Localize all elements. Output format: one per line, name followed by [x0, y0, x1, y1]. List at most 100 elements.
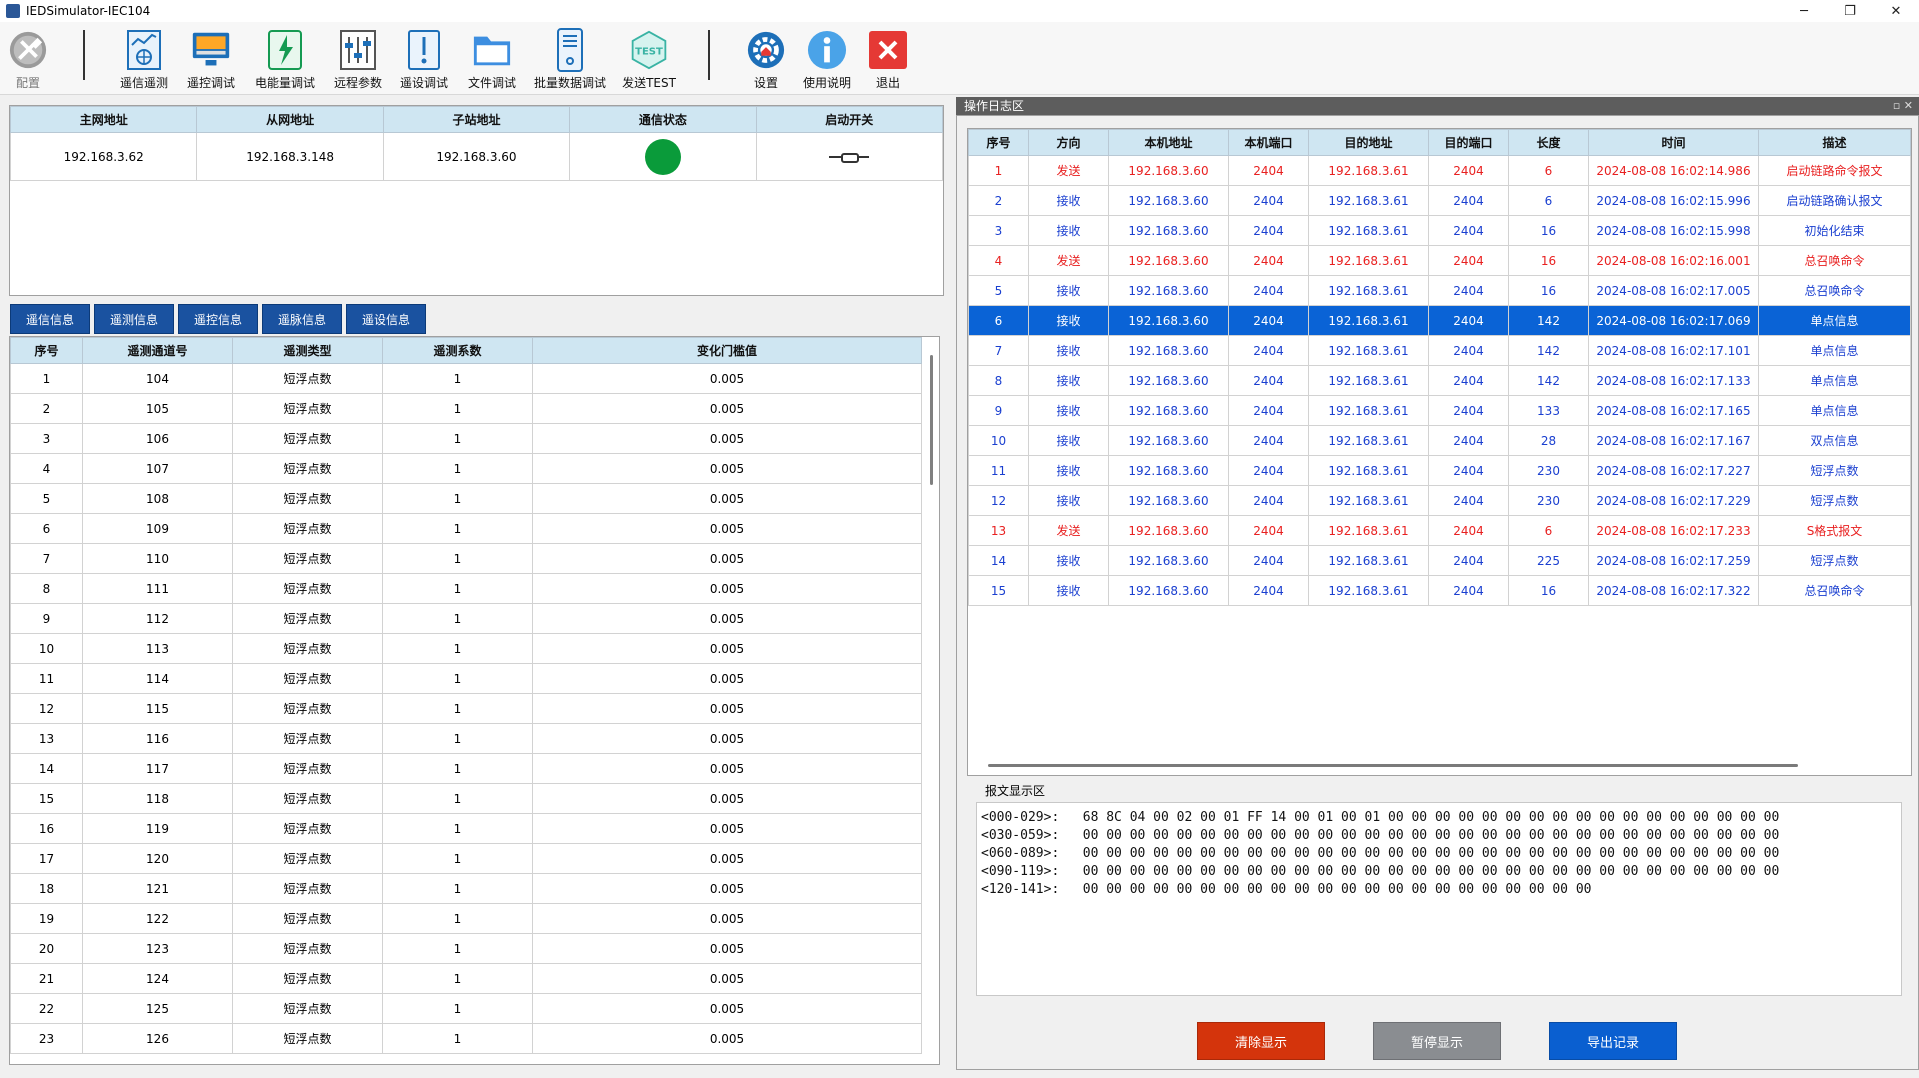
- toolbar-send-test-button[interactable]: TEST 发送TEST: [611, 28, 687, 91]
- table-cell: 短浮点数: [232, 933, 383, 964]
- log-row[interactable]: 2 接收 192.168.3.60 2404 192.168.3.61 2404 6 2024…: [968, 185, 1911, 216]
- toolbar-file-button[interactable]: 文件调试: [454, 28, 530, 91]
- table-row[interactable]: 22 125 短浮点数 1 0.005: [10, 993, 922, 1024]
- log-cell: 13: [968, 515, 1029, 546]
- table-row[interactable]: 16 119 短浮点数 1 0.005: [10, 813, 922, 844]
- toolbar-exit-button[interactable]: 退出: [850, 28, 926, 91]
- log-cell: 2404: [1228, 155, 1309, 186]
- toolbar-remote-params-button[interactable]: 远程参数: [320, 28, 396, 91]
- table-cell: 0.005: [532, 963, 922, 994]
- telemetry-panel: 序号 遥测通道号 遥测类型 遥测系数 变化门槛值 1 104 短浮点数 1 0.005 2…: [9, 336, 940, 1065]
- table-row[interactable]: 13 116 短浮点数 1 0.005: [10, 723, 922, 754]
- table-cell: 0.005: [532, 393, 922, 424]
- log-row[interactable]: 4 发送 192.168.3.60 2404 192.168.3.61 2404 16 202…: [968, 245, 1911, 276]
- log-table: 序号 方向 本机地址 本机端口 目的地址 目的端口 长度 时间 描述 1 发送 19…: [968, 129, 1911, 606]
- table-row[interactable]: 7 110 短浮点数 1 0.005: [10, 543, 922, 574]
- log-row[interactable]: 12 接收 192.168.3.60 2404 192.168.3.61 2404 230 2…: [968, 485, 1911, 516]
- start-switch-icon[interactable]: [829, 152, 870, 163]
- log-cell: 1: [968, 155, 1029, 186]
- log-cell: 192.168.3.60: [1108, 155, 1229, 186]
- log-row[interactable]: 13 发送 192.168.3.60 2404 192.168.3.61 2404 6 202…: [968, 515, 1911, 546]
- table-cell: 0.005: [532, 933, 922, 964]
- close-button[interactable]: ✕: [1873, 0, 1919, 22]
- toolbar-remote-control-button[interactable]: 遥控调试: [173, 28, 249, 91]
- table-row[interactable]: 15 118 短浮点数 1 0.005: [10, 783, 922, 814]
- log-row[interactable]: 11 接收 192.168.3.60 2404 192.168.3.61 2404 230 2…: [968, 455, 1911, 486]
- tab-telecontrol[interactable]: 遥控信息: [178, 304, 258, 334]
- config-tools-icon: [8, 28, 48, 72]
- tab-teleset[interactable]: 遥设信息: [346, 304, 426, 334]
- table-row[interactable]: 21 124 短浮点数 1 0.005: [10, 963, 922, 994]
- table-row[interactable]: 23 126 短浮点数 1 0.005: [10, 1023, 922, 1054]
- toolbar-config-button[interactable]: 配置: [0, 28, 66, 91]
- log-row[interactable]: 10 接收 192.168.3.60 2404 192.168.3.61 2404 28 20…: [968, 425, 1911, 456]
- table-row[interactable]: 4 107 短浮点数 1 0.005: [10, 453, 922, 484]
- clear-display-button[interactable]: 清除显示: [1197, 1022, 1325, 1060]
- table-cell: 123: [82, 933, 233, 964]
- table-row[interactable]: 19 122 短浮点数 1 0.005: [10, 903, 922, 934]
- log-cell: 单点信息: [1758, 305, 1911, 336]
- table-row[interactable]: 17 120 短浮点数 1 0.005: [10, 843, 922, 874]
- table-row[interactable]: 3 106 短浮点数 1 0.005: [10, 423, 922, 454]
- maximize-button[interactable]: ❐: [1827, 0, 1873, 22]
- log-row[interactable]: 5 接收 192.168.3.60 2404 192.168.3.61 2404 16 202…: [968, 275, 1911, 306]
- connection-row[interactable]: 192.168.3.62 192.168.3.148 192.168.3.60: [9, 132, 944, 181]
- table-cell: 113: [82, 633, 233, 664]
- table-cell: 20: [10, 933, 83, 964]
- table-row[interactable]: 11 114 短浮点数 1 0.005: [10, 663, 922, 694]
- table-cell: 1: [382, 393, 533, 424]
- log-row[interactable]: 14 接收 192.168.3.60 2404 192.168.3.61 2404 225 2…: [968, 545, 1911, 576]
- log-cell: 6: [1508, 515, 1589, 546]
- table-row[interactable]: 18 121 短浮点数 1 0.005: [10, 873, 922, 904]
- log-row[interactable]: 15 接收 192.168.3.60 2404 192.168.3.61 2404 16 20…: [968, 575, 1911, 606]
- table-row[interactable]: 9 112 短浮点数 1 0.005: [10, 603, 922, 634]
- log-row[interactable]: 6 接收 192.168.3.60 2404 192.168.3.61 2404 142 20…: [968, 305, 1911, 336]
- table-cell: 116: [82, 723, 233, 754]
- toolbar-telesignal-button[interactable]: 遥信遥测: [106, 28, 182, 91]
- log-cell: 5: [968, 275, 1029, 306]
- toolbar-energy-button[interactable]: 电能量调试: [247, 28, 323, 91]
- table-row[interactable]: 10 113 短浮点数 1 0.005: [10, 633, 922, 664]
- message-line: <090-119>: 00 00 00 00 00 00 00 00 00 00…: [981, 864, 1780, 879]
- toolbar-batch-data-button[interactable]: 批量数据调试: [532, 28, 608, 91]
- info-tabs: 遥信信息 遥测信息 遥控信息 遥脉信息 遥设信息: [10, 304, 426, 334]
- export-records-button[interactable]: 导出记录: [1549, 1022, 1677, 1060]
- log-cell: 发送: [1028, 245, 1109, 276]
- log-panel-controls[interactable]: ▫ ✕: [1893, 97, 1913, 115]
- log-cell: 225: [1508, 545, 1589, 576]
- toolbar-remote-setting-button[interactable]: 遥设调试: [386, 28, 462, 91]
- log-row[interactable]: 1 发送 192.168.3.60 2404 192.168.3.61 2404 6 2024…: [968, 155, 1911, 186]
- telemetry-scrollbar[interactable]: [930, 355, 933, 485]
- log-cell: 接收: [1028, 335, 1109, 366]
- log-cell: 2024-08-08 16:02:15.996: [1588, 185, 1759, 216]
- log-row[interactable]: 8 接收 192.168.3.60 2404 192.168.3.61 2404 142 20…: [968, 365, 1911, 396]
- tab-telemetry[interactable]: 遥测信息: [94, 304, 174, 334]
- log-cell: 192.168.3.60: [1108, 215, 1229, 246]
- table-row[interactable]: 5 108 短浮点数 1 0.005: [10, 483, 922, 514]
- table-row[interactable]: 8 111 短浮点数 1 0.005: [10, 573, 922, 604]
- table-row[interactable]: 1 104 短浮点数 1 0.005: [10, 363, 922, 394]
- tab-telepulse[interactable]: 遥脉信息: [262, 304, 342, 334]
- table-row[interactable]: 2 105 短浮点数 1 0.005: [10, 393, 922, 424]
- table-cell: 109: [82, 513, 233, 544]
- log-row[interactable]: 3 接收 192.168.3.60 2404 192.168.3.61 2404 16 202…: [968, 215, 1911, 246]
- log-cell: 2024-08-08 16:02:17.005: [1588, 275, 1759, 306]
- info-icon: [807, 28, 847, 72]
- log-horizontal-scrollbar[interactable]: [988, 764, 1798, 767]
- remote-screen-icon: [191, 28, 231, 72]
- tab-telesignal[interactable]: 遥信信息: [10, 304, 90, 334]
- log-cell: 6: [968, 305, 1029, 336]
- log-cell: 192.168.3.60: [1108, 305, 1229, 336]
- log-row[interactable]: 9 接收 192.168.3.60 2404 192.168.3.61 2404 133 20…: [968, 395, 1911, 426]
- minimize-button[interactable]: ─: [1781, 0, 1827, 22]
- message-line: <120-141>: 00 00 00 00 00 00 00 00 00 00…: [981, 882, 1592, 897]
- table-row[interactable]: 14 117 短浮点数 1 0.005: [10, 753, 922, 784]
- log-cell: 发送: [1028, 515, 1109, 546]
- table-row[interactable]: 6 109 短浮点数 1 0.005: [10, 513, 922, 544]
- table-row[interactable]: 12 115 短浮点数 1 0.005: [10, 693, 922, 724]
- log-cell: 接收: [1028, 575, 1109, 606]
- log-row[interactable]: 7 接收 192.168.3.60 2404 192.168.3.61 2404 142 20…: [968, 335, 1911, 366]
- table-row[interactable]: 20 123 短浮点数 1 0.005: [10, 933, 922, 964]
- pause-display-button[interactable]: 暂停显示: [1373, 1022, 1501, 1060]
- table-cell: 104: [82, 363, 233, 394]
